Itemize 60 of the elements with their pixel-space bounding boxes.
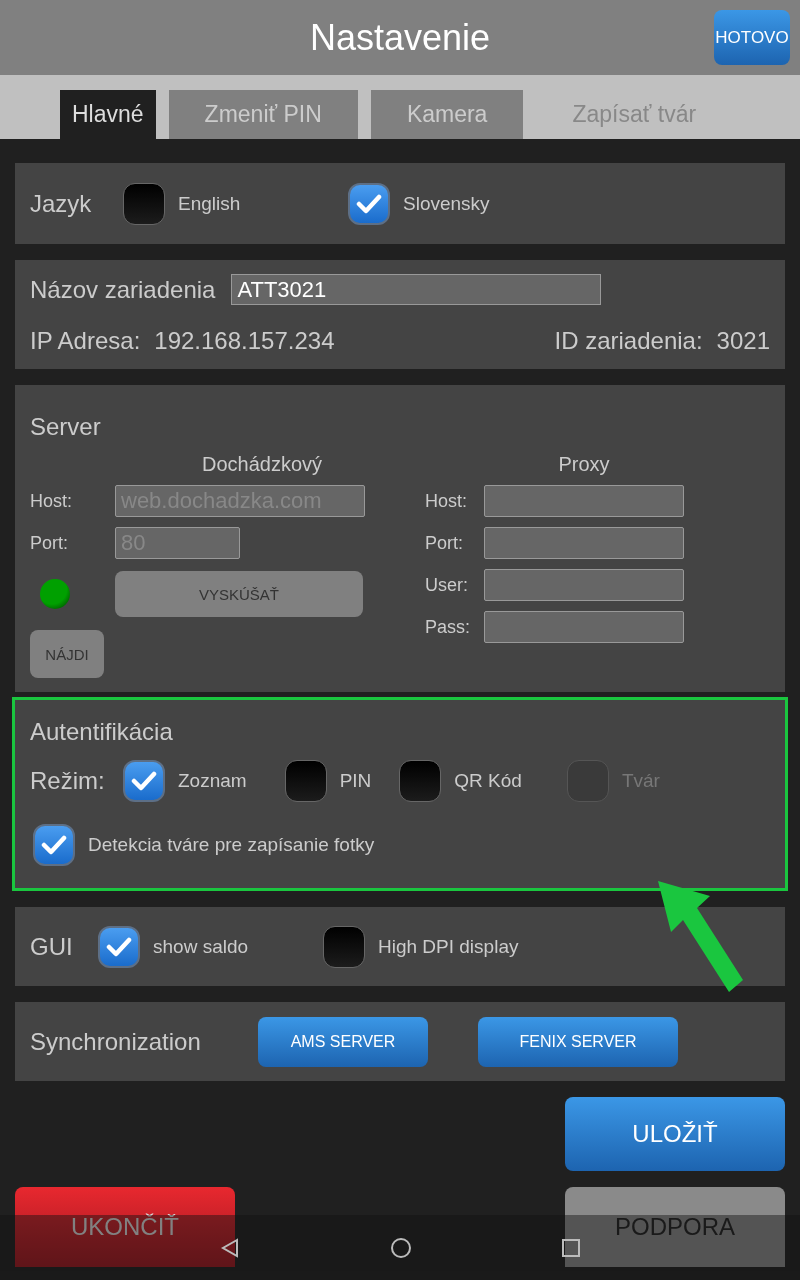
tab[interactable]: Kamera [370, 90, 524, 139]
section-label: GUI [30, 932, 74, 961]
field-label: Názov zariadenia [30, 275, 216, 304]
checkbox[interactable] [123, 182, 165, 225]
ip-address: 192.168.157.234 [154, 327, 335, 355]
field-label: Port: [425, 532, 464, 554]
check-icon [106, 935, 132, 958]
status-light [40, 579, 70, 609]
check-icon [131, 770, 157, 792]
checkbox-label: PIN [339, 770, 372, 792]
checkbox[interactable] [98, 925, 140, 968]
checkbox[interactable] [284, 760, 327, 802]
home-icon[interactable] [390, 1236, 412, 1259]
check-icon [41, 834, 67, 856]
checkbox-label: Slovensky [403, 192, 490, 215]
done-button[interactable]: HOTOVO [714, 10, 790, 65]
exit-button[interactable]: UKONČIŤ [15, 1187, 235, 1267]
find-button[interactable]: NÁJDI [30, 630, 104, 678]
device-id: 3021 [716, 327, 770, 355]
support-button[interactable]: PODPORA [565, 1187, 785, 1267]
input-field[interactable] [484, 611, 684, 643]
input-field[interactable] [484, 527, 684, 559]
check-icon [356, 192, 382, 215]
field-label: Port: [30, 532, 69, 554]
checkbox[interactable] [348, 182, 390, 225]
field-label: ID zariadenia: [554, 327, 703, 355]
checkbox-label: English [178, 192, 241, 215]
recents-icon[interactable] [562, 1238, 580, 1257]
column-heading: Proxy [558, 453, 610, 475]
section-label: Synchronization [30, 1027, 202, 1056]
screen-title: Nastavenie [309, 16, 491, 59]
checkbox[interactable] [323, 925, 365, 968]
field-label: Host: [425, 490, 468, 512]
tab[interactable]: Zmeniť PIN [168, 90, 358, 139]
section-title: Server [30, 413, 101, 440]
checkbox-label: Zoznam [178, 770, 247, 792]
field-label: Pass: [425, 616, 472, 638]
checkbox[interactable] [33, 824, 75, 866]
field-label: IP Adresa: [30, 327, 141, 355]
back-icon[interactable] [220, 1237, 240, 1258]
checkbox-label: QR Kód [454, 770, 522, 792]
tab[interactable]: Hlavné [60, 90, 156, 139]
field-label: Host: [30, 490, 73, 512]
device-name-field[interactable]: ATT3021 [231, 274, 602, 305]
input-field[interactable] [484, 485, 684, 517]
section-title: Autentifikácia [30, 718, 173, 745]
section-label: Režim: [30, 767, 106, 795]
checkbox[interactable] [123, 760, 165, 802]
checkbox[interactable] [399, 760, 442, 802]
input-field[interactable] [484, 569, 684, 601]
checkbox-label: show saldo [153, 935, 249, 958]
field-label: User: [425, 574, 469, 596]
sync-button[interactable]: AMS SERVER [258, 1016, 428, 1067]
sync-button[interactable]: FENIX SERVER [478, 1016, 678, 1067]
save-button[interactable]: ULOŽIŤ [565, 1097, 785, 1171]
section-label: Jazyk [30, 189, 93, 218]
column-heading: Dochádzkový [201, 453, 323, 475]
checkbox-label: Detekcia tváre pre zapísanie fotky [88, 834, 375, 856]
test-button[interactable]: VYSKÚŠAŤ [115, 571, 363, 617]
checkbox-label: High DPI display [378, 935, 519, 958]
